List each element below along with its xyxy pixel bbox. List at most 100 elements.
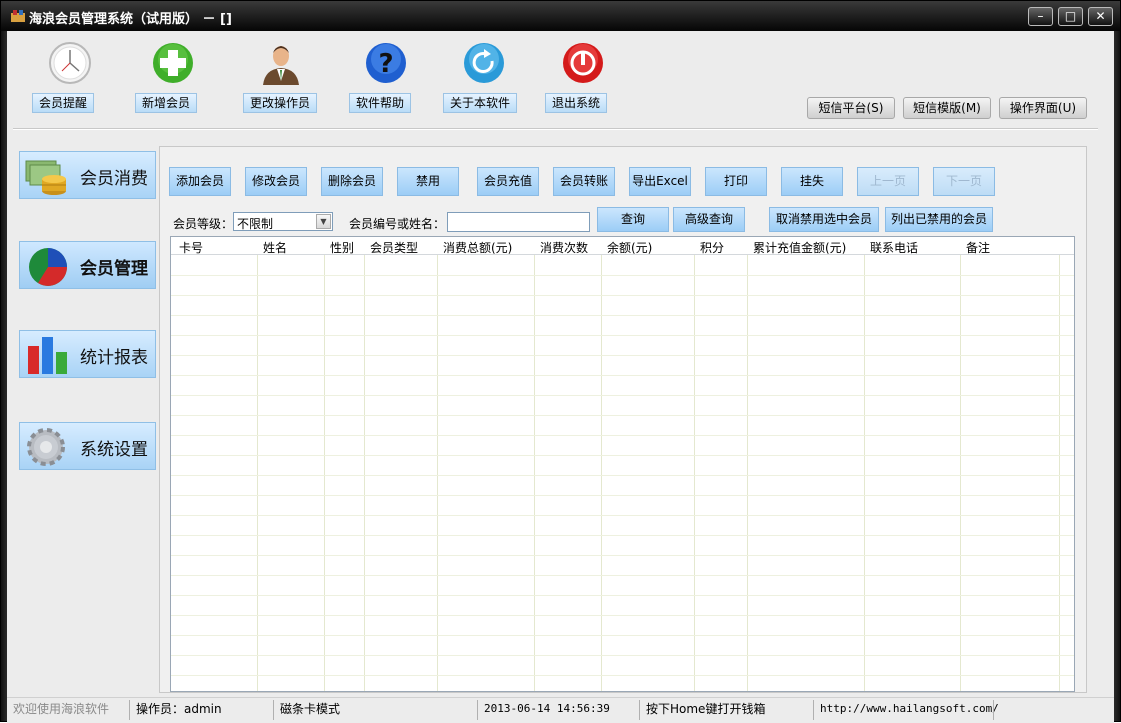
maximize-button[interactable]: □	[1058, 7, 1083, 26]
sidebar-item-label: 统计报表	[80, 348, 148, 368]
operator-icon	[263, 46, 299, 85]
table-header: 卡号 姓名 性别 会员类型 消费总额(元) 消费次数 余额(元) 积分 累计充值…	[171, 237, 1074, 255]
help-icon: ?	[366, 43, 406, 83]
column-header[interactable]: 备注	[966, 239, 990, 256]
column-header[interactable]: 会员类型	[370, 239, 418, 256]
column-header[interactable]: 消费总额(元)	[443, 239, 512, 256]
transfer-button[interactable]: 会员转账	[553, 167, 615, 196]
list-disabled-button[interactable]: 列出已禁用的会员	[885, 207, 993, 232]
toolbar-label: 新增会员	[135, 93, 198, 113]
column-header[interactable]: 余额(元)	[607, 239, 652, 256]
member-table[interactable]: 卡号 姓名 性别 会员类型 消费总额(元) 消费次数 余额(元) 积分 累计充值…	[170, 236, 1075, 692]
table-row	[171, 355, 1074, 356]
plus-icon	[153, 43, 193, 83]
cancel-disable-button[interactable]: 取消禁用选中会员	[769, 207, 879, 232]
table-row	[171, 615, 1074, 616]
disable-button[interactable]: 禁用	[397, 167, 459, 196]
toolbar-label: 更改操作员	[243, 93, 318, 113]
sidebar-item-label: 会员消费	[80, 169, 148, 189]
delete-member-button[interactable]: 删除会员	[321, 167, 383, 196]
recharge-button[interactable]: 会员充值	[477, 167, 539, 196]
refresh-icon	[464, 43, 504, 83]
title-bar[interactable]: 海浪会员管理系统（试用版） － [] – □ ✕	[1, 1, 1120, 31]
gear-icon	[27, 428, 65, 466]
toolbar-change-operator[interactable]: 更改操作员	[241, 41, 321, 117]
status-bar: 欢迎使用海浪软件 操作员：admin 磁条卡模式 2013-06-14 14:5…	[7, 697, 1114, 721]
app-window: 海浪会员管理系统（试用版） － [] – □ ✕ 会员提醒 新增会员 更改操作员…	[0, 0, 1121, 723]
welcome-text: 欢迎使用海浪软件	[13, 702, 110, 716]
table-row	[171, 495, 1074, 496]
table-row	[171, 455, 1074, 456]
status-empty-cell	[993, 700, 1103, 720]
window-title: 海浪会员管理系统（试用版） － []	[29, 12, 232, 27]
print-button[interactable]: 打印	[705, 167, 767, 196]
member-management-panel: 添加会员 修改会员 删除会员 禁用 会员充值 会员转账 导出Excel 打印 挂…	[159, 146, 1087, 693]
toolbar-label: 关于本软件	[443, 93, 518, 113]
table-row	[171, 375, 1074, 376]
minimize-button[interactable]: –	[1028, 7, 1053, 26]
table-row	[171, 415, 1074, 416]
sms-template-button[interactable]: 短信模版(M)	[903, 97, 991, 119]
next-page-button[interactable]: 下一页	[933, 167, 995, 196]
clock-icon	[49, 42, 91, 84]
cash-drawer-hint: 按下Home键打开钱箱	[639, 700, 811, 720]
member-level-select[interactable]: 不限制 ▼	[233, 212, 333, 231]
operation-interface-button[interactable]: 操作界面(U)	[999, 97, 1087, 119]
toolbar-label: 退出系统	[545, 93, 608, 113]
table-row	[171, 475, 1074, 476]
sidebar-item-system-settings[interactable]: 系统设置	[19, 422, 156, 470]
column-header[interactable]: 性别	[330, 239, 354, 256]
client-area: 会员提醒 新增会员 更改操作员 ? 软件帮助 关于本软件 退出系统 短信平台(S…	[7, 31, 1114, 723]
pie-chart-icon	[29, 248, 67, 286]
member-search-label: 会员编号或姓名：	[349, 217, 446, 231]
table-row	[171, 595, 1074, 596]
column-header[interactable]: 卡号	[179, 239, 203, 256]
toolbar-add-member[interactable]: 新增会员	[133, 41, 213, 117]
column-header[interactable]: 联系电话	[870, 239, 918, 256]
table-row	[171, 555, 1074, 556]
add-member-button[interactable]: 添加会员	[169, 167, 231, 196]
member-level-value: 不限制	[237, 217, 274, 231]
datetime-status: 2013-06-14 14:56:39	[477, 700, 637, 720]
column-header[interactable]: 姓名	[263, 239, 287, 256]
sidebar-item-member-consumption[interactable]: 会员消费	[19, 151, 156, 199]
table-row	[171, 395, 1074, 396]
query-button[interactable]: 查询	[597, 207, 669, 232]
table-row	[171, 315, 1074, 316]
member-search-input[interactable]	[447, 212, 590, 232]
export-excel-button[interactable]: 导出Excel	[629, 167, 691, 196]
toolbar-label: 会员提醒	[32, 93, 95, 113]
table-row	[171, 655, 1074, 656]
table-row	[171, 515, 1074, 516]
coins-icon	[25, 160, 66, 195]
website-link[interactable]: http://www.hailangsoft.com/	[813, 700, 999, 720]
power-icon	[563, 43, 603, 83]
toolbar-exit[interactable]: 退出系统	[543, 41, 623, 117]
table-row	[171, 435, 1074, 436]
table-row	[171, 295, 1074, 296]
operator-status: 操作员：admin	[129, 700, 273, 720]
sms-platform-button[interactable]: 短信平台(S)	[807, 97, 895, 119]
edit-member-button[interactable]: 修改会员	[245, 167, 307, 196]
svg-text:?: ?	[378, 49, 393, 79]
toolbar-help[interactable]: ? 软件帮助	[346, 41, 426, 117]
chevron-down-icon[interactable]: ▼	[316, 214, 331, 229]
toolbar-about[interactable]: 关于本软件	[443, 41, 524, 117]
advanced-query-button[interactable]: 高级查询	[673, 207, 745, 232]
column-header[interactable]: 累计充值金额(元)	[753, 239, 846, 256]
toolbar-member-reminder[interactable]: 会员提醒	[30, 41, 110, 117]
bar-chart-icon	[28, 337, 67, 374]
sidebar-item-member-management[interactable]: 会员管理	[19, 241, 156, 289]
table-row	[171, 575, 1074, 576]
column-header[interactable]: 积分	[700, 239, 724, 256]
table-row	[171, 675, 1074, 676]
column-header[interactable]: 消费次数	[540, 239, 588, 256]
previous-page-button[interactable]: 上一页	[857, 167, 919, 196]
sidebar-item-statistics[interactable]: 统计报表	[19, 330, 156, 378]
report-loss-button[interactable]: 挂失	[781, 167, 843, 196]
toolbar-divider	[13, 128, 1098, 130]
toolbar-label: 软件帮助	[349, 93, 412, 113]
table-row	[171, 275, 1074, 276]
close-button[interactable]: ✕	[1088, 7, 1113, 26]
window-frame-right	[1114, 31, 1120, 721]
